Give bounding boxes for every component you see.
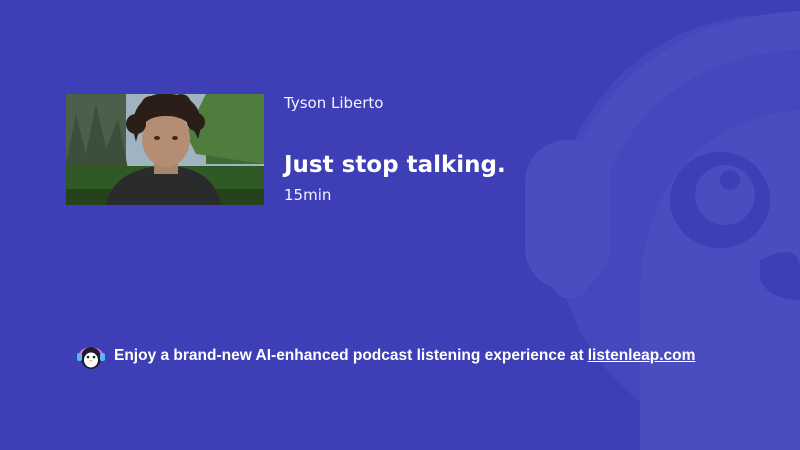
episode-title[interactable]: Just stop talking.	[284, 151, 506, 179]
mascot-background-icon	[525, 11, 800, 450]
penguin-headphones-icon	[77, 347, 105, 369]
episode-duration: 15min	[284, 186, 332, 204]
episode-author[interactable]: Tyson Liberto	[284, 94, 704, 112]
thumbnail-image	[66, 94, 264, 205]
promo-text: Enjoy a brand-new AI-enhanced podcast li…	[114, 347, 584, 364]
listenleap-link[interactable]: listenleap.com	[588, 347, 696, 365]
promo-banner: Enjoy a brand-new AI-enhanced podcast li…	[76, 342, 695, 370]
episode-thumbnail[interactable]	[66, 94, 264, 205]
episode-meta: Tyson Liberto Just stop talking. 15min	[284, 94, 704, 204]
